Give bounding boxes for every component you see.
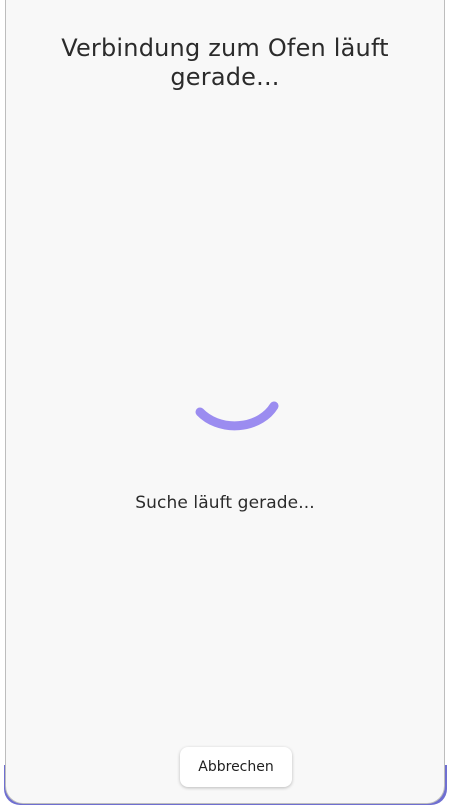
cancel-button[interactable]: Abbrechen bbox=[180, 747, 292, 787]
connection-dialog: Verbindung zum Ofen läuft gerade... Such… bbox=[5, 0, 445, 804]
search-status-text: Suche läuft gerade... bbox=[135, 493, 315, 513]
dialog-title: Verbindung zum Ofen läuft gerade... bbox=[61, 34, 389, 91]
loading-spinner-icon bbox=[195, 401, 279, 431]
app-screen: Verbindung zum Ofen läuft gerade... Such… bbox=[0, 0, 451, 805]
